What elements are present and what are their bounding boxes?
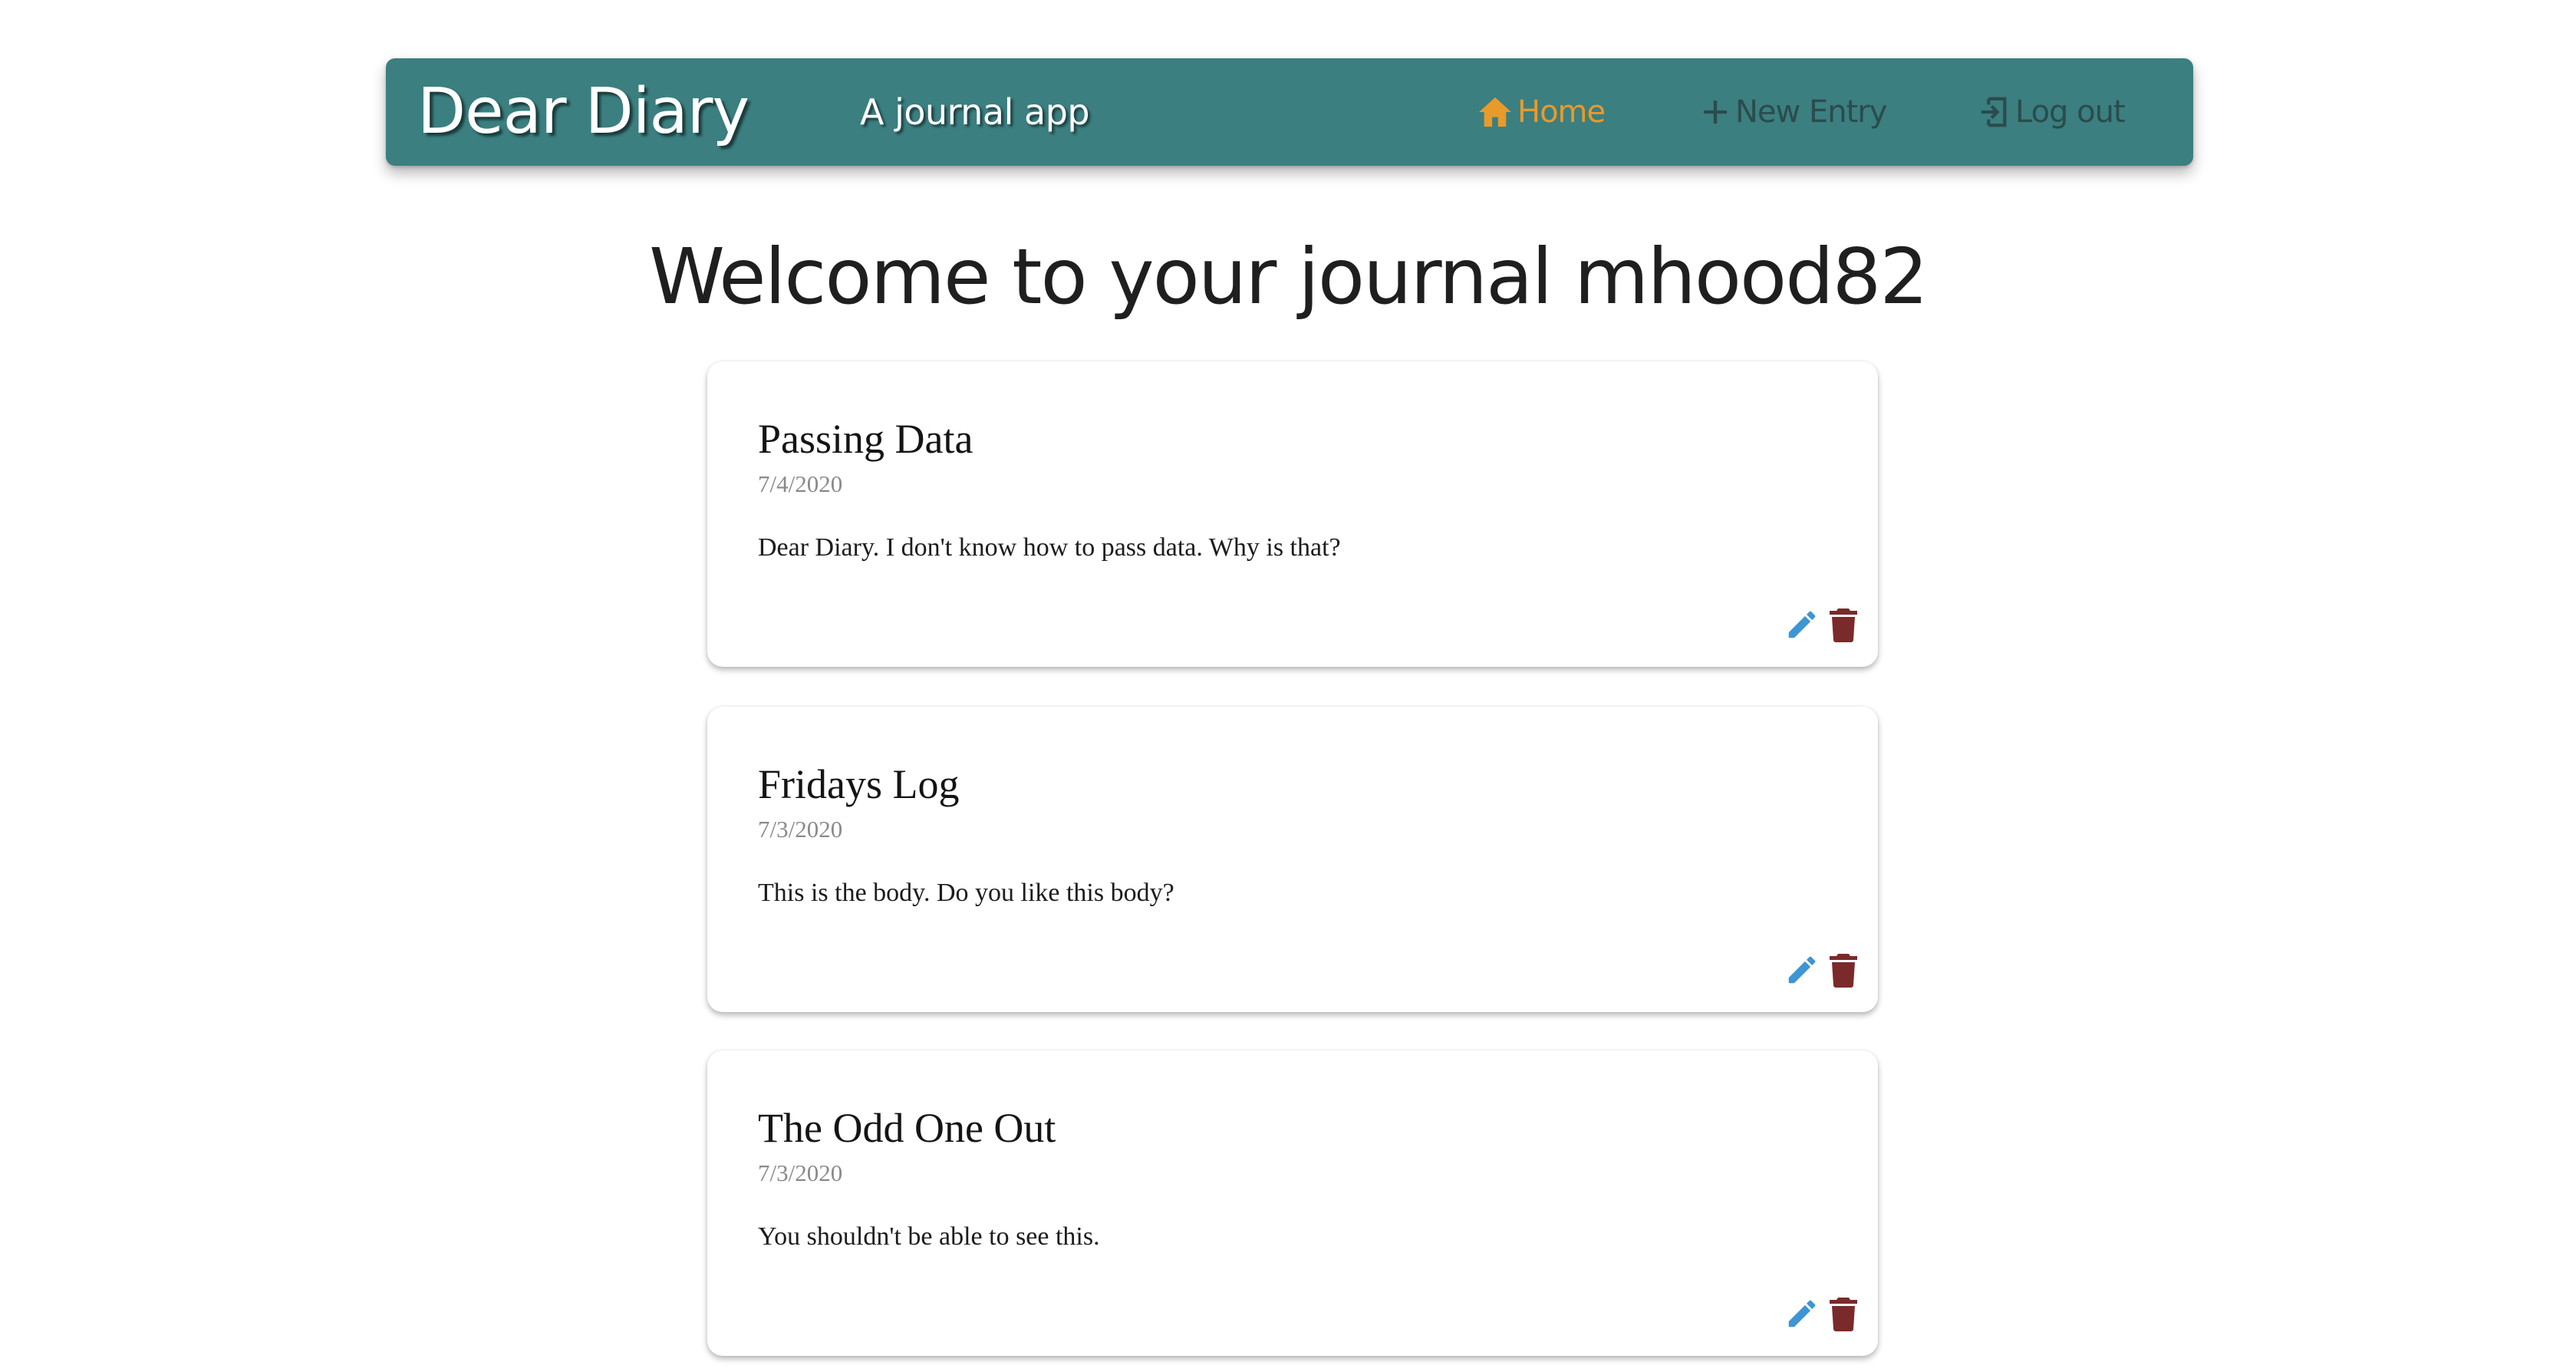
nav-new-entry-label: New Entry xyxy=(1735,94,1887,130)
nav-logout-label: Log out xyxy=(2015,94,2126,130)
nav-logout-link[interactable]: Log out xyxy=(1975,58,2126,166)
entry-actions xyxy=(1783,949,1863,991)
entry-actions xyxy=(1783,604,1863,645)
entry-actions xyxy=(1783,1293,1863,1334)
plus-icon xyxy=(1700,97,1731,127)
journal-entry-card: Passing Data 7/4/2020 Dear Diary. I don'… xyxy=(707,361,1878,667)
delete-entry-button[interactable] xyxy=(1824,1293,1863,1334)
pencil-icon xyxy=(1788,956,1816,984)
pencil-icon xyxy=(1788,611,1816,638)
nav-home-label: Home xyxy=(1517,94,1606,130)
journal-entry-card: The Odd One Out 7/3/2020 You shouldn't b… xyxy=(707,1050,1878,1356)
entry-title: Passing Data xyxy=(758,416,973,462)
brand-title[interactable]: Dear Diary xyxy=(417,58,749,166)
nav-home-link[interactable]: Home xyxy=(1477,58,1606,166)
logout-icon xyxy=(1975,94,2011,130)
page-title: Welcome to your journal mhood82 xyxy=(649,232,1929,322)
journal-entry-card: Fridays Log 7/3/2020 This is the body. D… xyxy=(707,707,1878,1012)
entry-date: 7/3/2020 xyxy=(758,1159,843,1186)
edit-entry-button[interactable] xyxy=(1783,1293,1821,1334)
entry-title: The Odd One Out xyxy=(758,1105,1056,1151)
home-icon xyxy=(1477,96,1513,128)
entry-body: You shouldn't be able to see this. xyxy=(758,1222,1100,1251)
trash-icon xyxy=(1830,1298,1857,1331)
entry-title: Fridays Log xyxy=(758,761,960,807)
navbar: Dear Diary A journal app Home New Entry … xyxy=(386,58,2193,166)
entry-date: 7/3/2020 xyxy=(758,816,843,843)
delete-entry-button[interactable] xyxy=(1824,604,1863,645)
edit-entry-button[interactable] xyxy=(1783,949,1821,991)
brand-tagline: A journal app xyxy=(860,91,1090,133)
pencil-icon xyxy=(1788,1300,1816,1327)
delete-entry-button[interactable] xyxy=(1824,949,1863,991)
entry-body: This is the body. Do you like this body? xyxy=(758,879,1174,907)
entry-date: 7/4/2020 xyxy=(758,470,843,497)
entry-body: Dear Diary. I don't know how to pass dat… xyxy=(758,533,1341,562)
nav-new-entry-link[interactable]: New Entry xyxy=(1700,58,1887,166)
edit-entry-button[interactable] xyxy=(1783,604,1821,645)
trash-icon xyxy=(1830,954,1857,988)
trash-icon xyxy=(1830,608,1857,642)
